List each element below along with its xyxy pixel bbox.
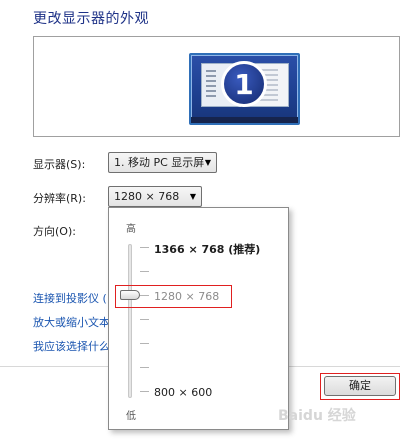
resolution-slider-track[interactable] [128, 244, 132, 398]
slider-tick [140, 343, 149, 344]
slider-tick [140, 271, 149, 272]
display-select-value: 1. 移动 PC 显示屏 [114, 156, 205, 169]
high-label: 高 [126, 224, 136, 235]
resolution-label: 分辨率(R): [33, 192, 86, 205]
chevron-down-icon: ▼ [204, 158, 211, 167]
resolution-select-value: 1280 × 768 [114, 190, 180, 203]
display-select[interactable]: 1. 移动 PC 显示屏 ▼ [108, 152, 217, 173]
display-label: 显示器(S): [33, 158, 86, 171]
resolution-option-recommended[interactable]: 1366 × 768 (推荐) [154, 241, 260, 257]
slider-tick [140, 367, 149, 368]
monitor-preview-box: 1 [33, 36, 400, 137]
display-number-badge: 1 [221, 61, 267, 107]
slider-tick [140, 247, 149, 248]
resolution-select[interactable]: 1280 × 768 ▼ [108, 186, 202, 207]
link-connect-projector[interactable]: 连接到投影仪 ( [33, 290, 111, 306]
watermark: Baidu 经验 [278, 408, 356, 424]
orientation-label: 方向(O): [33, 225, 76, 238]
chevron-down-icon: ▼ [189, 192, 196, 201]
resolution-option-lowest[interactable]: 800 × 600 [154, 386, 212, 399]
monitor-icon[interactable]: 1 [189, 53, 300, 125]
resolution-dropdown: 高 1366 × 768 (推荐) 1280 × 768 800 × 600 低 [108, 207, 289, 430]
ok-button-highlight [320, 373, 400, 400]
link-text-size[interactable]: 放大或缩小文本 [33, 314, 111, 330]
slider-tick [140, 319, 149, 320]
link-what-settings[interactable]: 我应该选择什么 [33, 338, 111, 354]
slider-tick [140, 391, 149, 392]
page-title: 更改显示器的外观 [33, 11, 149, 27]
low-label: 低 [126, 411, 136, 422]
current-resolution-highlight [115, 285, 232, 308]
preview-taskbar [191, 117, 298, 123]
